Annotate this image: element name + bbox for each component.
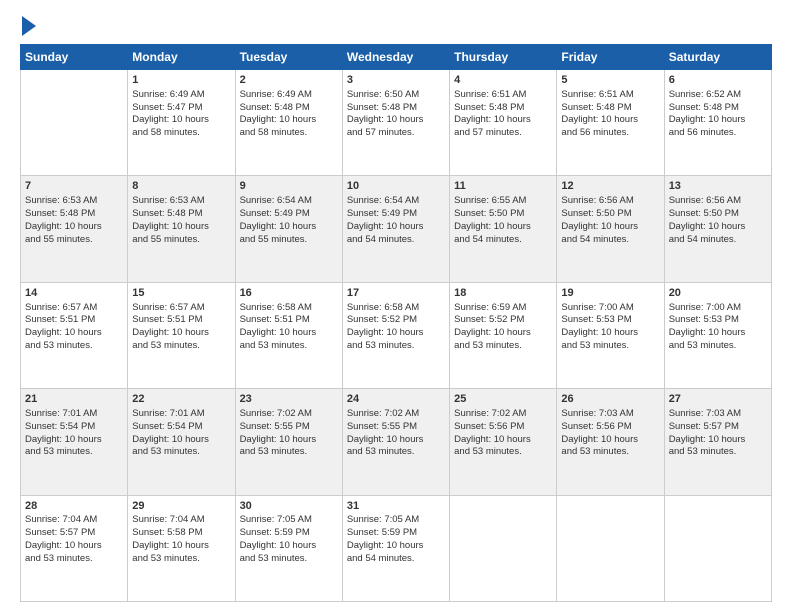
calendar-cell — [450, 495, 557, 601]
calendar-cell: 5Sunrise: 6:51 AMSunset: 5:48 PMDaylight… — [557, 70, 664, 176]
weekday-header-row: SundayMondayTuesdayWednesdayThursdayFrid… — [21, 45, 772, 70]
calendar-cell: 29Sunrise: 7:04 AMSunset: 5:58 PMDayligh… — [128, 495, 235, 601]
calendar-cell: 26Sunrise: 7:03 AMSunset: 5:56 PMDayligh… — [557, 389, 664, 495]
day-number: 27 — [669, 392, 767, 407]
page: SundayMondayTuesdayWednesdayThursdayFrid… — [0, 0, 792, 612]
calendar-cell: 4Sunrise: 6:51 AMSunset: 5:48 PMDaylight… — [450, 70, 557, 176]
calendar-cell: 30Sunrise: 7:05 AMSunset: 5:59 PMDayligh… — [235, 495, 342, 601]
calendar-cell: 3Sunrise: 6:50 AMSunset: 5:48 PMDaylight… — [342, 70, 449, 176]
calendar-cell: 28Sunrise: 7:04 AMSunset: 5:57 PMDayligh… — [21, 495, 128, 601]
day-number: 25 — [454, 392, 552, 407]
calendar-cell: 21Sunrise: 7:01 AMSunset: 5:54 PMDayligh… — [21, 389, 128, 495]
calendar-cell: 10Sunrise: 6:54 AMSunset: 5:49 PMDayligh… — [342, 176, 449, 282]
calendar-cell: 24Sunrise: 7:02 AMSunset: 5:55 PMDayligh… — [342, 389, 449, 495]
header — [20, 18, 772, 36]
calendar-cell: 31Sunrise: 7:05 AMSunset: 5:59 PMDayligh… — [342, 495, 449, 601]
day-number: 8 — [132, 179, 230, 194]
day-number: 13 — [669, 179, 767, 194]
day-number: 15 — [132, 286, 230, 301]
week-row-3: 14Sunrise: 6:57 AMSunset: 5:51 PMDayligh… — [21, 282, 772, 388]
day-number: 11 — [454, 179, 552, 194]
calendar-cell: 7Sunrise: 6:53 AMSunset: 5:48 PMDaylight… — [21, 176, 128, 282]
week-row-2: 7Sunrise: 6:53 AMSunset: 5:48 PMDaylight… — [21, 176, 772, 282]
day-number: 10 — [347, 179, 445, 194]
calendar-table: SundayMondayTuesdayWednesdayThursdayFrid… — [20, 44, 772, 602]
calendar-cell: 12Sunrise: 6:56 AMSunset: 5:50 PMDayligh… — [557, 176, 664, 282]
calendar-cell: 13Sunrise: 6:56 AMSunset: 5:50 PMDayligh… — [664, 176, 771, 282]
calendar-cell: 19Sunrise: 7:00 AMSunset: 5:53 PMDayligh… — [557, 282, 664, 388]
day-number: 16 — [240, 286, 338, 301]
day-number: 17 — [347, 286, 445, 301]
day-number: 2 — [240, 73, 338, 88]
calendar-cell: 6Sunrise: 6:52 AMSunset: 5:48 PMDaylight… — [664, 70, 771, 176]
day-number: 26 — [561, 392, 659, 407]
day-number: 5 — [561, 73, 659, 88]
calendar-cell: 27Sunrise: 7:03 AMSunset: 5:57 PMDayligh… — [664, 389, 771, 495]
calendar-cell: 15Sunrise: 6:57 AMSunset: 5:51 PMDayligh… — [128, 282, 235, 388]
calendar-cell: 20Sunrise: 7:00 AMSunset: 5:53 PMDayligh… — [664, 282, 771, 388]
day-number: 7 — [25, 179, 123, 194]
day-number: 14 — [25, 286, 123, 301]
calendar-cell: 8Sunrise: 6:53 AMSunset: 5:48 PMDaylight… — [128, 176, 235, 282]
weekday-header-saturday: Saturday — [664, 45, 771, 70]
day-number: 4 — [454, 73, 552, 88]
week-row-1: 1Sunrise: 6:49 AMSunset: 5:47 PMDaylight… — [21, 70, 772, 176]
week-row-5: 28Sunrise: 7:04 AMSunset: 5:57 PMDayligh… — [21, 495, 772, 601]
day-number: 9 — [240, 179, 338, 194]
weekday-header-wednesday: Wednesday — [342, 45, 449, 70]
calendar-cell — [664, 495, 771, 601]
week-row-4: 21Sunrise: 7:01 AMSunset: 5:54 PMDayligh… — [21, 389, 772, 495]
day-number: 31 — [347, 499, 445, 514]
calendar-cell: 17Sunrise: 6:58 AMSunset: 5:52 PMDayligh… — [342, 282, 449, 388]
day-number: 21 — [25, 392, 123, 407]
calendar-cell — [21, 70, 128, 176]
day-number: 1 — [132, 73, 230, 88]
day-number: 18 — [454, 286, 552, 301]
weekday-header-friday: Friday — [557, 45, 664, 70]
weekday-header-sunday: Sunday — [21, 45, 128, 70]
calendar-cell: 9Sunrise: 6:54 AMSunset: 5:49 PMDaylight… — [235, 176, 342, 282]
day-number: 28 — [25, 499, 123, 514]
day-number: 22 — [132, 392, 230, 407]
weekday-header-thursday: Thursday — [450, 45, 557, 70]
calendar-cell — [557, 495, 664, 601]
calendar-cell: 22Sunrise: 7:01 AMSunset: 5:54 PMDayligh… — [128, 389, 235, 495]
calendar-cell: 11Sunrise: 6:55 AMSunset: 5:50 PMDayligh… — [450, 176, 557, 282]
day-number: 12 — [561, 179, 659, 194]
day-number: 3 — [347, 73, 445, 88]
day-number: 23 — [240, 392, 338, 407]
calendar-cell: 23Sunrise: 7:02 AMSunset: 5:55 PMDayligh… — [235, 389, 342, 495]
day-number: 30 — [240, 499, 338, 514]
calendar-cell: 18Sunrise: 6:59 AMSunset: 5:52 PMDayligh… — [450, 282, 557, 388]
day-number: 6 — [669, 73, 767, 88]
day-number: 29 — [132, 499, 230, 514]
day-number: 20 — [669, 286, 767, 301]
calendar-cell: 2Sunrise: 6:49 AMSunset: 5:48 PMDaylight… — [235, 70, 342, 176]
calendar-cell: 14Sunrise: 6:57 AMSunset: 5:51 PMDayligh… — [21, 282, 128, 388]
calendar-cell: 1Sunrise: 6:49 AMSunset: 5:47 PMDaylight… — [128, 70, 235, 176]
day-number: 19 — [561, 286, 659, 301]
weekday-header-tuesday: Tuesday — [235, 45, 342, 70]
calendar-cell: 25Sunrise: 7:02 AMSunset: 5:56 PMDayligh… — [450, 389, 557, 495]
calendar-cell: 16Sunrise: 6:58 AMSunset: 5:51 PMDayligh… — [235, 282, 342, 388]
logo — [20, 18, 36, 36]
day-number: 24 — [347, 392, 445, 407]
weekday-header-monday: Monday — [128, 45, 235, 70]
logo-arrow-icon — [22, 16, 36, 36]
